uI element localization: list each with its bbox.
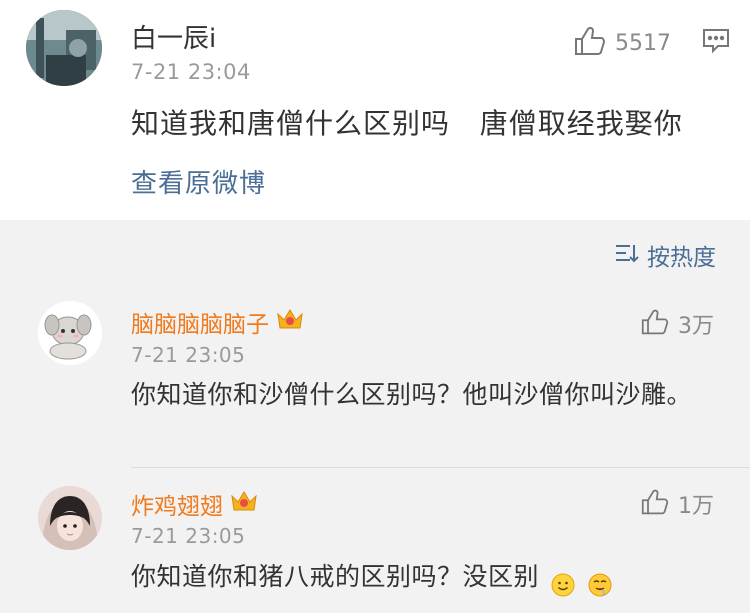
thumbs-up-icon: [640, 488, 670, 520]
smile-emoji-icon: [551, 566, 575, 597]
comment-text: 你知道你和猪八戒的区别吗？没区别: [131, 562, 540, 591]
like-count: 1万: [678, 494, 714, 519]
comment-username-text: 炸鸡翅翅: [131, 494, 223, 520]
avatar[interactable]: [38, 486, 102, 550]
post-username[interactable]: 白一辰i: [131, 18, 216, 55]
post-timestamp: 7-21 23:04: [131, 60, 251, 84]
sort-by-hot-button[interactable]: 按热度: [615, 238, 716, 272]
avatar[interactable]: [26, 10, 102, 86]
post-text: 知道我和唐僧什么区别吗 唐僧取经我娶你: [131, 107, 683, 140]
sort-icon: [615, 243, 639, 267]
comment-text-row: 你知道你和猪八戒的区别吗？没区别: [131, 554, 711, 599]
comment-icon[interactable]: [702, 28, 730, 58]
comment-username-text: 脑脑脑脑脑子: [131, 312, 269, 338]
view-original-link[interactable]: 查看原微博: [131, 163, 266, 200]
comment-timestamp: 7-21 23:05: [131, 343, 246, 367]
crown-badge-icon: [275, 306, 305, 338]
divider: [131, 467, 750, 468]
like-count: 5517: [615, 30, 671, 56]
thumbs-up-icon: [640, 308, 670, 340]
comment-username[interactable]: 脑脑脑脑脑子: [131, 305, 305, 339]
sort-label: 按热度: [647, 245, 716, 271]
comment-username[interactable]: 炸鸡翅翅: [131, 487, 259, 521]
avatar[interactable]: [38, 301, 102, 365]
comment-timestamp: 7-21 23:05: [131, 524, 246, 548]
thumbs-up-icon: [573, 25, 607, 61]
like-count: 3万: [678, 314, 714, 339]
post-like-button[interactable]: 5517: [573, 25, 671, 61]
comment-like-button[interactable]: 1万: [640, 488, 714, 520]
original-post: 白一辰i 7-21 23:04 5517 知道我和唐僧什么区别吗 唐僧取经我娶你…: [0, 0, 750, 220]
crown-badge-icon: [229, 488, 259, 520]
comment-text: 你知道你和沙僧什么区别吗？他叫沙僧你叫沙雕。: [131, 380, 693, 409]
drooling-face-emoji-icon: [588, 566, 612, 597]
comment-like-button[interactable]: 3万: [640, 308, 714, 340]
